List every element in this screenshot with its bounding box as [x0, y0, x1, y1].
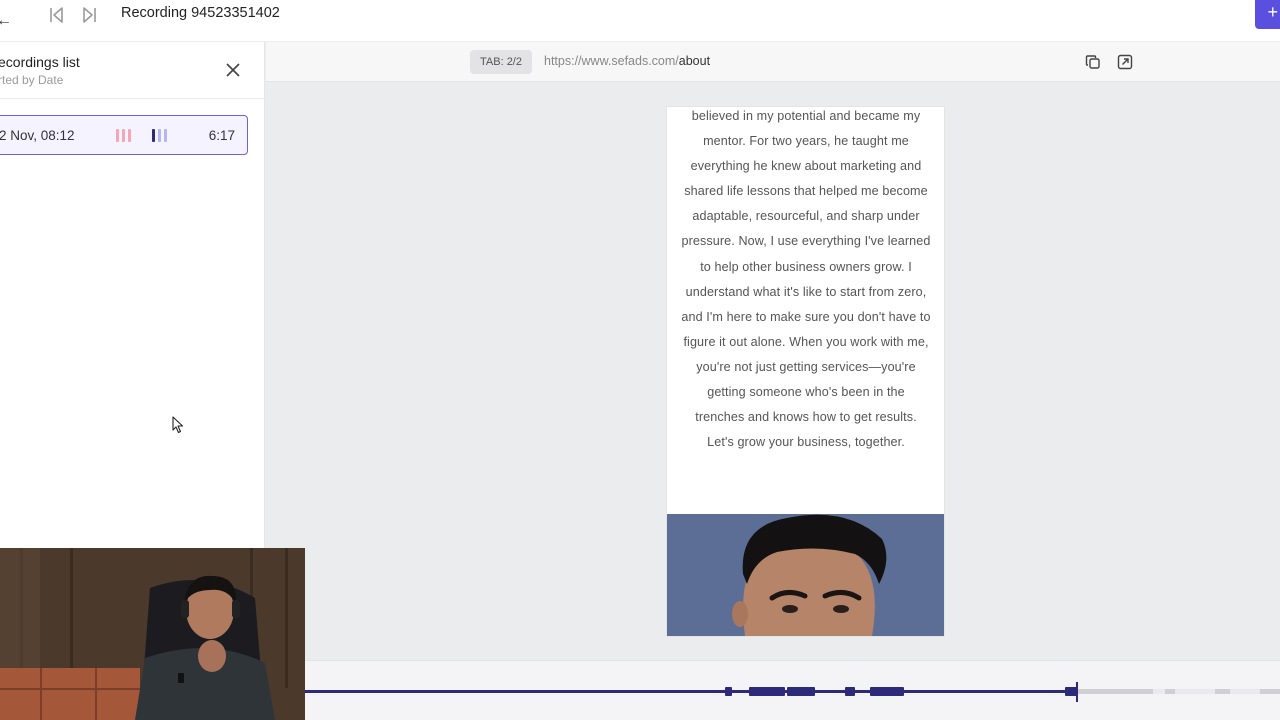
recording-title: Recording 94523351402: [121, 5, 280, 21]
close-icon[interactable]: [224, 61, 242, 79]
activity-segment: [749, 687, 785, 696]
webcam-overlay: [0, 548, 305, 720]
url-bar: TAB: 2/2 https://www.sefads.com/about: [266, 42, 1280, 82]
recording-list-item[interactable]: 2 Nov, 08:12 6:17: [0, 115, 248, 155]
recording-duration: 6:17: [208, 128, 235, 143]
previous-recording-icon[interactable]: [48, 6, 66, 24]
divider: [0, 98, 265, 99]
panel-subtitle: rted by Date: [0, 73, 64, 87]
recording-date: 2 Nov, 08:12: [0, 128, 75, 143]
tab-badge: TAB: 2/2: [470, 50, 532, 74]
webcam-person-image: [0, 548, 305, 720]
panel-title: ecordings list: [0, 54, 80, 70]
add-button[interactable]: +: [1255, 0, 1280, 29]
url-path: about: [678, 54, 711, 68]
activity-segment: [845, 687, 855, 696]
page-preview: believed in my potential and became my m…: [667, 107, 944, 636]
about-paragraph: believed in my potential and became my m…: [681, 109, 931, 450]
top-bar: ← Recording 94523351402 +: [0, 0, 1280, 42]
activity-bars-pink: [116, 129, 131, 142]
open-external-icon[interactable]: [1117, 54, 1133, 70]
back-arrow-icon[interactable]: ←: [0, 12, 12, 30]
playback-timeline[interactable]: [305, 660, 1280, 720]
activity-segment: [787, 687, 815, 696]
copy-icon[interactable]: [1085, 54, 1101, 70]
activity-bars-purple: [152, 129, 167, 142]
activity-segment: [725, 687, 732, 696]
playhead[interactable]: [1076, 682, 1078, 702]
timeline-played-track: [305, 690, 1075, 693]
inactive-segment: [1175, 689, 1215, 694]
activity-segment: [870, 687, 904, 696]
next-recording-icon[interactable]: [80, 6, 98, 24]
profile-photo: [667, 514, 944, 636]
person-photo-image: [667, 514, 944, 636]
page-url[interactable]: https://www.sefads.com/about: [544, 54, 710, 68]
url-base: https://www.sefads.com/: [544, 54, 679, 68]
inactive-segment: [1153, 689, 1165, 694]
mouse-cursor-icon: [172, 416, 184, 434]
inactive-segment: [1230, 689, 1260, 694]
